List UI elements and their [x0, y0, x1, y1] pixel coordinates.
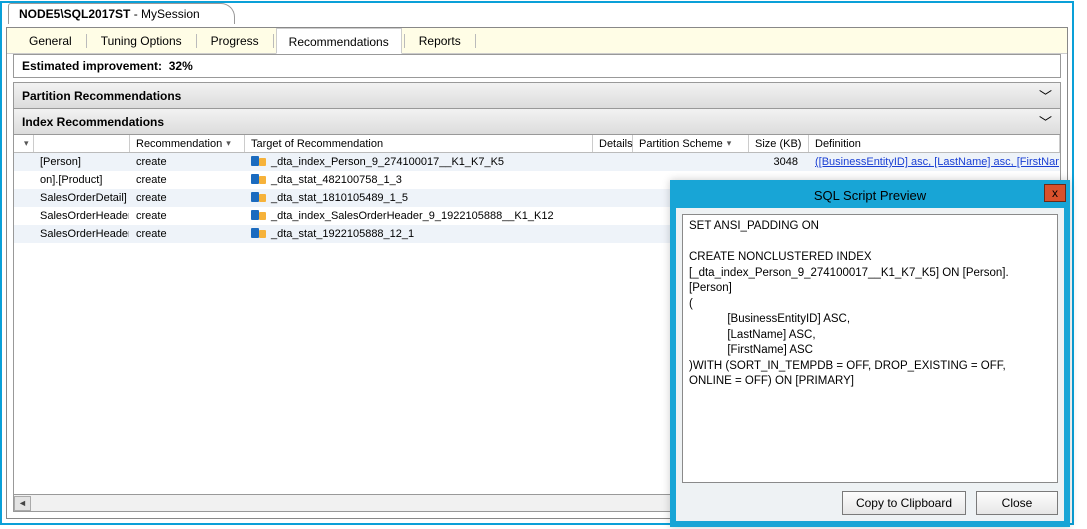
cell-db: SalesOrderHeader] [34, 228, 130, 240]
cell-rec: create [130, 228, 245, 240]
cell-rec: create [130, 210, 245, 222]
stat-icon [251, 228, 265, 240]
scroll-left-button[interactable]: ◄ [14, 496, 31, 511]
tab-progress[interactable]: Progress [199, 28, 271, 54]
cell-target: _dta_stat_482100758_1_3 [245, 174, 593, 186]
improvement-bar: Estimated improvement: 32% [13, 54, 1061, 78]
column-details[interactable]: Details [593, 135, 633, 152]
tab-separator [404, 34, 405, 48]
sql-script-textarea[interactable] [682, 214, 1058, 483]
index-icon [251, 210, 265, 222]
stat-icon [251, 174, 265, 186]
dialog-title: SQL Script Preview [814, 188, 926, 203]
cell-size: 3048 [749, 156, 809, 168]
column-partition-label: Partition Scheme [639, 138, 723, 150]
cell-target: _dta_stat_1922105888_12_1 [245, 228, 593, 240]
tab-separator [273, 34, 274, 48]
tab-tuning-options[interactable]: Tuning Options [89, 28, 194, 54]
cell-target: _dta_index_Person_9_274100017__K1_K7_K5 [245, 156, 593, 168]
tab-strip: General Tuning Options Progress Recommen… [7, 28, 1067, 54]
cell-target: _dta_stat_1810105489_1_5 [245, 192, 593, 204]
cell-rec: create [130, 174, 245, 186]
copy-to-clipboard-button[interactable]: Copy to Clipboard [842, 491, 966, 515]
dropdown-icon: ▾ [226, 138, 231, 149]
column-recommendation[interactable]: Recommendation ▾ [130, 135, 245, 152]
tab-separator [475, 34, 476, 48]
dialog-titlebar[interactable]: SQL Script Preview x [672, 182, 1068, 208]
index-recommendations-title: Index Recommendations [22, 115, 164, 129]
cell-target-text: _dta_index_Person_9_274100017__K1_K7_K5 [271, 156, 504, 168]
column-database[interactable] [34, 135, 130, 152]
cell-db: SalesOrderDetail] [34, 192, 130, 204]
dialog-close-button[interactable]: x [1044, 184, 1066, 202]
grid-header: ▾ Recommendation ▾ Target of Recommendati… [14, 135, 1060, 153]
tab-general[interactable]: General [17, 28, 84, 54]
session-tab-prefix: NODE5\SQL2017ST [19, 7, 130, 21]
session-tab[interactable]: NODE5\SQL2017ST - MySession [8, 3, 235, 24]
cell-rec: create [130, 156, 245, 168]
cell-target-text: _dta_index_SalesOrderHeader_9_1922105888… [271, 210, 554, 222]
improvement-value: 32% [169, 59, 193, 73]
stat-icon [251, 192, 265, 204]
dropdown-icon: ▾ [24, 138, 29, 149]
partition-recommendations-title: Partition Recommendations [22, 89, 181, 103]
partition-recommendations-header[interactable]: Partition Recommendations ﹀ [13, 82, 1061, 109]
tab-recommendations[interactable]: Recommendations [276, 28, 402, 54]
index-recommendations-header[interactable]: Index Recommendations ﹀ [13, 109, 1061, 135]
session-tab-suffix: - MySession [130, 7, 199, 21]
tab-separator [196, 34, 197, 48]
grid-row[interactable]: [Person] create _dta_index_Person_9_2741… [14, 153, 1060, 171]
chevron-down-icon: ﹀ [1039, 112, 1052, 131]
cell-rec: create [130, 192, 245, 204]
column-recommendation-label: Recommendation [136, 138, 222, 150]
column-size[interactable]: Size (KB) [749, 135, 809, 152]
close-button[interactable]: Close [976, 491, 1058, 515]
dropdown-icon: ▾ [727, 138, 732, 149]
cell-db: on].[Product] [34, 174, 130, 186]
column-target[interactable]: Target of Recommendation [245, 135, 593, 152]
improvement-label: Estimated improvement: [22, 59, 162, 73]
tab-reports[interactable]: Reports [407, 28, 473, 54]
cell-db: SalesOrderHeader] [34, 210, 130, 222]
column-checkbox[interactable]: ▾ [14, 135, 34, 152]
cell-target-text: _dta_stat_1922105888_12_1 [271, 228, 414, 240]
index-icon [251, 156, 265, 168]
cell-definition-link[interactable]: ([BusinessEntityID] asc, [LastName] asc,… [809, 156, 1060, 168]
column-definition[interactable]: Definition [809, 135, 1060, 152]
cell-target: _dta_index_SalesOrderHeader_9_1922105888… [245, 210, 593, 222]
cell-target-text: _dta_stat_1810105489_1_5 [271, 192, 408, 204]
tab-separator [86, 34, 87, 48]
cell-target-text: _dta_stat_482100758_1_3 [271, 174, 402, 186]
column-partition-scheme[interactable]: Partition Scheme ▾ [633, 135, 749, 152]
sql-script-preview-dialog: SQL Script Preview x Copy to Clipboard C… [670, 180, 1070, 527]
cell-db: [Person] [34, 156, 130, 168]
chevron-down-icon: ﹀ [1039, 86, 1052, 105]
